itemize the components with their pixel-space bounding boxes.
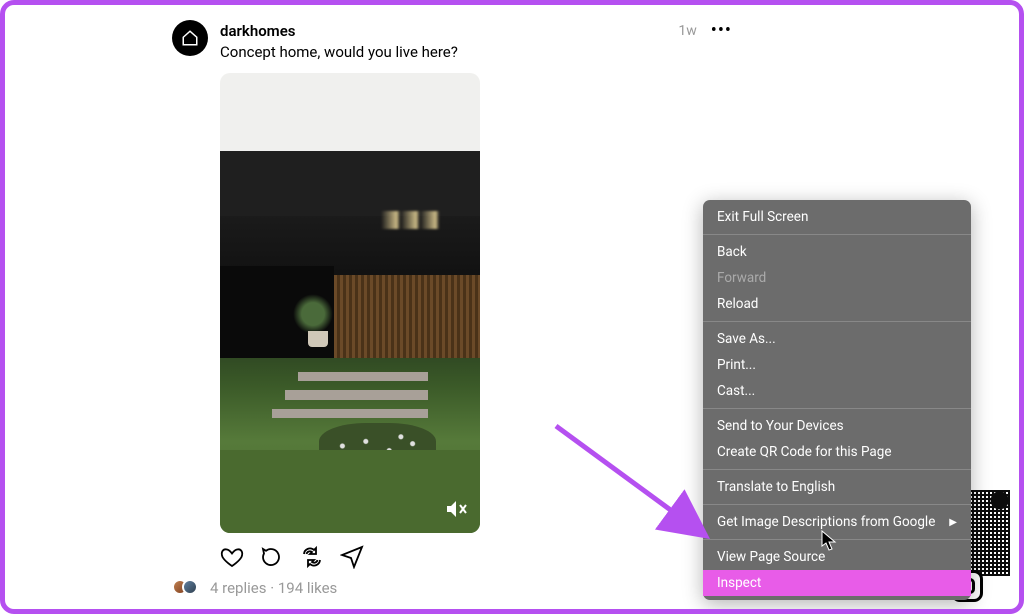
menu-item-label: Create QR Code for this Page <box>717 444 892 460</box>
replies-count[interactable]: 4 replies <box>210 579 266 597</box>
menu-item-inspect[interactable]: Inspect <box>703 570 971 596</box>
menu-separator <box>703 539 971 540</box>
menu-item-translate-to-english[interactable]: Translate to English <box>703 474 971 500</box>
username[interactable]: darkhomes <box>220 22 296 40</box>
menu-item-cast[interactable]: Cast... <box>703 378 971 404</box>
menu-item-label: Save As... <box>717 331 776 347</box>
menu-item-print[interactable]: Print... <box>703 352 971 378</box>
post-actions <box>220 545 732 569</box>
share-icon[interactable] <box>340 545 364 569</box>
post-footer: 4 replies · 194 likes <box>172 579 732 597</box>
menu-item-view-page-source[interactable]: View Page Source <box>703 544 971 570</box>
comment-icon[interactable] <box>260 545 284 569</box>
menu-item-label: Forward <box>717 270 766 286</box>
menu-item-label: Get Image Descriptions from Google <box>717 514 935 530</box>
menu-item-label: Print... <box>717 357 756 373</box>
social-post: darkhomes 1w ••• Concept home, would you… <box>172 20 732 597</box>
menu-item-label: Exit Full Screen <box>717 209 808 225</box>
post-header: darkhomes 1w ••• Concept home, would you… <box>172 20 732 597</box>
menu-separator <box>703 321 971 322</box>
menu-item-reload[interactable]: Reload <box>703 291 971 317</box>
menu-item-label: Inspect <box>717 575 761 591</box>
menu-item-exit-full-screen[interactable]: Exit Full Screen <box>703 204 971 230</box>
menu-item-label: Send to Your Devices <box>717 418 844 434</box>
post-stats[interactable]: 4 replies · 194 likes <box>210 579 337 597</box>
menu-separator <box>703 234 971 235</box>
home-outline-icon <box>181 29 199 47</box>
menu-item-label: Back <box>717 244 747 260</box>
repost-icon[interactable] <box>300 545 324 569</box>
menu-item-send-to-your-devices[interactable]: Send to Your Devices <box>703 413 971 439</box>
menu-item-forward: Forward <box>703 265 971 291</box>
menu-item-label: Cast... <box>717 383 755 399</box>
menu-item-label: View Page Source <box>717 549 825 565</box>
browser-context-menu[interactable]: Exit Full Screen Back Forward Reload Save As… <box>703 200 971 600</box>
menu-separator <box>703 504 971 505</box>
menu-separator <box>703 469 971 470</box>
more-options-icon[interactable]: ••• <box>711 20 732 41</box>
like-icon[interactable] <box>220 545 244 569</box>
menu-separator <box>703 408 971 409</box>
menu-item-label: Translate to English <box>717 479 835 495</box>
reply-avatars[interactable] <box>172 579 200 597</box>
post-title-row: darkhomes 1w ••• <box>220 20 732 41</box>
avatar[interactable] <box>172 20 208 56</box>
post-caption: Concept home, would you live here? <box>220 43 732 61</box>
post-media[interactable] <box>220 73 480 533</box>
menu-item-back[interactable]: Back <box>703 239 971 265</box>
mute-icon[interactable] <box>444 497 468 521</box>
likes-count[interactable]: 194 likes <box>278 579 337 597</box>
menu-item-get-image-descriptions-from-google[interactable]: Get Image Descriptions from Google ▶ <box>703 509 971 535</box>
chevron-right-icon: ▶ <box>949 517 957 528</box>
menu-item-label: Reload <box>717 296 758 312</box>
menu-item-create-qr-code-for-this-page[interactable]: Create QR Code for this Page <box>703 439 971 465</box>
timestamp: 1w <box>678 23 696 39</box>
menu-item-save-as[interactable]: Save As... <box>703 326 971 352</box>
post-body: darkhomes 1w ••• Concept home, would you… <box>220 20 732 597</box>
